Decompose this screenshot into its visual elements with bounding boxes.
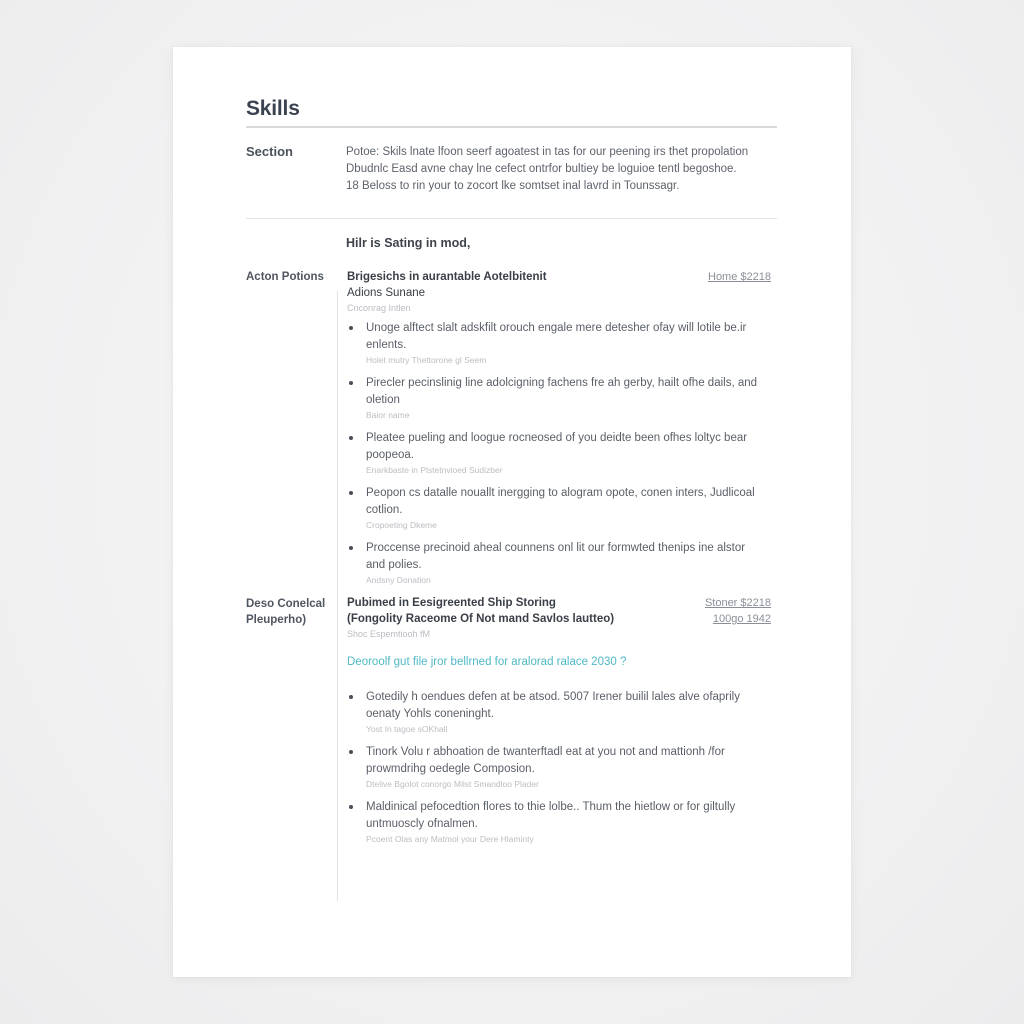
vertical-rule	[337, 291, 338, 901]
bullet-text: Tinork Volu r abhoation de twanterftadl …	[366, 746, 725, 775]
entry-meta-link[interactable]: Home $2218	[708, 269, 771, 285]
list-item: Gotedily h oendues defen at be atsod. 50…	[347, 689, 767, 735]
section-label-line: Deso Conelcal	[246, 598, 326, 610]
intro-line: Potoe: Skils lnate lfoon seerf agoatest …	[346, 146, 749, 158]
resume-page: Skills Section Potoe: Skils lnate lfoon …	[173, 47, 851, 977]
entry-meta: Home $2218	[708, 269, 771, 285]
list-item: Peopon cs datalle nouallt inergging to a…	[347, 485, 767, 531]
bullet-icon	[349, 326, 353, 330]
bullet-icon	[349, 381, 353, 385]
intro-label: Section	[246, 144, 293, 159]
entry-meta-link[interactable]: 100go 1942	[705, 611, 771, 627]
bullet-text: Pleatee pueling and loogue rocneosed of …	[366, 432, 748, 461]
section-divider	[246, 218, 777, 219]
bullet-note: Pcoent Olas any Matmol your Dere Hlamint…	[366, 834, 534, 844]
list-item: Unoge alftect slalt adskfilt orouch enga…	[347, 320, 767, 366]
bullet-icon	[349, 750, 353, 754]
bullet-text: Gotedily h oendues defen at be atsod. 50…	[366, 691, 740, 720]
section-label: Deso Conelcal Pleuperho)	[246, 596, 325, 628]
list-item: Pirecler pecinslinig line adolcigning fa…	[347, 375, 767, 421]
subheading: Hilr is Sating in mod,	[346, 236, 471, 250]
bullet-icon	[349, 546, 353, 550]
entry-header: Pubimed in Eesigreented Ship Storing (Fo…	[347, 595, 707, 641]
entry-header: Brigesichs in aurantable Aotelbitenit Ad…	[347, 269, 687, 315]
bullet-list: Unoge alftect slalt adskfilt orouch enga…	[347, 320, 767, 595]
title-divider	[246, 126, 777, 128]
bullet-note: Andsny Donation	[366, 575, 431, 585]
entry-subtitle: Adions Sunane	[347, 287, 426, 299]
bullet-text: Peopon cs datalle nouallt inergging to a…	[366, 487, 755, 516]
list-item: Maldinical pefocedtion flores to thie lo…	[347, 799, 767, 845]
entry-title: Pubimed in Eesigreented Ship Storing	[347, 597, 556, 609]
section-label: Acton Potions	[246, 271, 324, 283]
page-title: Skills	[246, 97, 300, 120]
bullet-text: Unoge alftect slalt adskfilt orouch enga…	[366, 322, 747, 351]
intro-text: Potoe: Skils lnate lfoon seerf agoatest …	[346, 144, 766, 195]
list-item: Proccense precinoid aheal counnens onl l…	[347, 540, 767, 586]
bullet-note: Yost In tagoe sOKhall	[366, 724, 448, 734]
bullet-icon	[349, 695, 353, 699]
bullet-text: Pirecler pecinslinig line adolcigning fa…	[366, 377, 758, 406]
bullet-note: Enarkbaste in Plstetnvioed Sudizber	[366, 465, 503, 475]
list-item: Pleatee pueling and loogue rocneosed of …	[347, 430, 767, 476]
intro-line: 18 Beloss to rin your to zocort lke somt…	[346, 180, 680, 192]
bullet-note: Holet mutry Thettorone gl Seem	[366, 355, 487, 365]
entry-caption: Cnconrag Intlen	[347, 303, 411, 313]
entry-caption: Shoc Espemtiooh fM	[347, 629, 431, 639]
intro-line: Dbudnlc Easd avne chay lne cefect ontrfo…	[346, 163, 737, 175]
entry-meta-link[interactable]: Stoner $2218	[705, 595, 771, 611]
section-label-line: Pleuperho)	[246, 614, 307, 626]
bullet-note: Dtelive Bgolot conorgo Milst Smandloo Pl…	[366, 779, 539, 789]
list-item: Tinork Volu r abhoation de twanterftadl …	[347, 744, 767, 790]
bullet-text: Proccense precinoid aheal counnens onl l…	[366, 542, 746, 571]
entry-subtitle: (Fongolity Raceome Of Not mand Savlos la…	[347, 613, 615, 625]
highlight-question: Deoroolf gut file jror bellrned for aral…	[347, 656, 627, 668]
bullet-icon	[349, 805, 353, 809]
bullet-icon	[349, 491, 353, 495]
bullet-note: Cropoeting Dkeme	[366, 520, 437, 530]
entry-meta: Stoner $2218 100go 1942	[705, 595, 771, 627]
bullet-icon	[349, 436, 353, 440]
bullet-list: Gotedily h oendues defen at be atsod. 50…	[347, 689, 767, 854]
entry-title: Brigesichs in aurantable Aotelbitenit	[347, 271, 547, 283]
bullet-note: Baior name	[366, 410, 410, 420]
bullet-text: Maldinical pefocedtion flores to thie lo…	[366, 801, 736, 830]
